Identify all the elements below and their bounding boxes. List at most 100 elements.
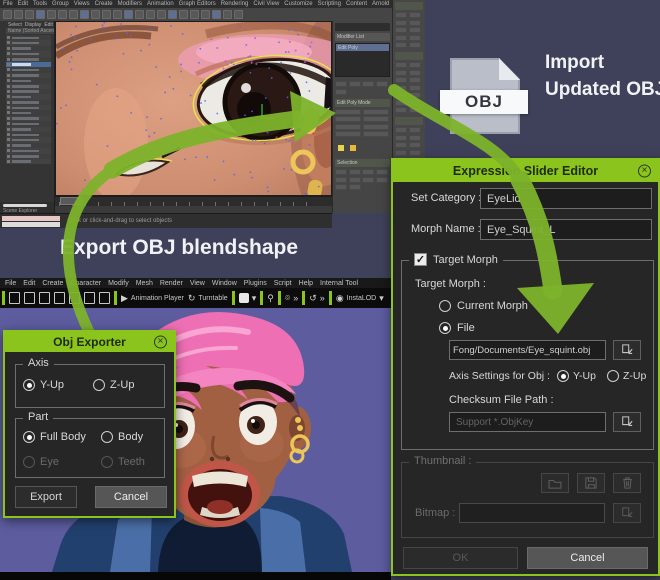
teeth-label: Teeth	[118, 456, 145, 468]
obj-exporter-titlebar[interactable]: Obj Exporter ✕	[5, 332, 174, 352]
selection-icon	[349, 177, 361, 183]
menu-item[interactable]: Help	[299, 280, 313, 287]
cage-swatch-yellow[interactable]	[338, 145, 344, 151]
turntable-button[interactable]: ↻ Turntable	[188, 293, 228, 304]
menu-item[interactable]: Graph Editors	[179, 1, 216, 7]
menu-item[interactable]: Arnold	[372, 1, 389, 7]
menu-item[interactable]: File	[3, 1, 13, 7]
character-tool-button[interactable]: ⚲	[267, 293, 274, 304]
timeline-handle[interactable]	[60, 197, 82, 205]
timeline-tick	[189, 202, 190, 206]
menu-item[interactable]: Rendering	[221, 1, 249, 7]
target-morph-checkbox[interactable]: ✓	[414, 253, 427, 266]
maxscript-listener-row[interactable]	[2, 222, 60, 227]
timeline-tick	[228, 202, 229, 206]
modifier-list-dropdown[interactable]: Modifier List	[335, 33, 390, 41]
obj-yup-label: Y-Up	[573, 370, 596, 382]
new-project-icon[interactable]	[9, 292, 20, 304]
browse-file-button[interactable]	[613, 340, 641, 360]
cancel-button[interactable]: Cancel	[527, 547, 648, 569]
toolbar-icon	[3, 10, 12, 19]
menu-item[interactable]: Edit	[18, 1, 28, 7]
maxscript-listener[interactable]	[2, 216, 60, 221]
checksum-input[interactable]	[449, 412, 606, 432]
yup-radio[interactable]	[23, 379, 35, 391]
menu-item[interactable]: Modify	[108, 280, 129, 287]
caret-down-icon: ▾	[379, 293, 384, 304]
zup-radio[interactable]	[93, 379, 105, 391]
menu-item[interactable]: Modifiers	[118, 1, 142, 7]
menu-item[interactable]: File	[5, 280, 16, 287]
export-button[interactable]: Export	[15, 486, 77, 508]
obj-yup-radio[interactable]	[557, 370, 569, 382]
animation-player-button[interactable]: ▶ Animation Player	[121, 293, 184, 304]
menu-item[interactable]: Window	[212, 280, 237, 287]
thumbnail-save-button	[577, 473, 605, 493]
rollout-selection[interactable]: Selection	[335, 159, 390, 167]
body-radio[interactable]	[101, 431, 113, 443]
menu-item[interactable]: View	[190, 280, 205, 287]
teeth-radio	[101, 456, 113, 468]
rollout-button	[409, 62, 421, 68]
max-menu-bar: File Edit Tools Group Views Create Modifiers An…	[0, 0, 425, 8]
turntable-label: Turntable	[198, 295, 227, 302]
substance-dropdown[interactable]: ▾	[239, 293, 257, 304]
cage-swatch-orange[interactable]	[350, 145, 356, 151]
export-icon[interactable]	[69, 292, 80, 304]
morph-name-input[interactable]	[480, 219, 652, 240]
full-body-radio[interactable]	[23, 431, 35, 443]
toolbar-icon	[190, 10, 199, 19]
menu-item[interactable]: Internal Tool	[320, 280, 358, 287]
menu-item[interactable]: Mesh	[136, 280, 153, 287]
menu-item[interactable]: Content	[346, 1, 367, 7]
undo-button[interactable]: ↺ »	[309, 293, 325, 304]
current-morph-radio[interactable]	[439, 300, 451, 312]
import-icon[interactable]	[54, 292, 65, 304]
close-icon[interactable]: ✕	[154, 336, 167, 349]
obj-zup-radio[interactable]	[607, 370, 619, 382]
modifier-stack[interactable]: Edit Poly	[335, 43, 390, 77]
rollout-button	[409, 12, 421, 18]
scene-explorer-row[interactable]	[6, 159, 51, 164]
merge-icon[interactable]	[84, 292, 95, 304]
menu-item[interactable]: Animation	[147, 1, 174, 7]
rollout-bar	[395, 2, 423, 10]
set-category-input[interactable]	[480, 188, 652, 209]
expression-editor-titlebar[interactable]: Expression Slider Editor ✕	[393, 160, 658, 182]
menu-item[interactable]: Plugins	[244, 280, 267, 287]
stack-item[interactable]: Edit Poly	[336, 44, 389, 51]
toolbar-icon	[135, 10, 144, 19]
rollout-button	[409, 142, 421, 148]
menu-item[interactable]: Create	[42, 280, 63, 287]
max-status-bar: Click or click-and-drag to select object…	[0, 213, 332, 228]
menu-item[interactable]: Scripting	[318, 1, 341, 7]
object-name-field[interactable]	[335, 23, 390, 31]
menu-item[interactable]: Character	[70, 280, 101, 287]
selection-icon	[376, 177, 388, 183]
cc-toolbar: ▶ Animation Player ↻ Turntable ▾ ⚲ ⌾ » ↺…	[0, 288, 391, 308]
menu-item[interactable]: Civil View	[253, 1, 279, 7]
rollout-edit-poly-mode[interactable]: Edit Poly Mode	[335, 99, 390, 107]
menu-item[interactable]: Tools	[33, 1, 47, 7]
timeline-tick	[254, 202, 255, 206]
menu-item[interactable]: Create	[95, 1, 113, 7]
timeline[interactable]	[55, 196, 332, 206]
max-viewport-eye-render[interactable]	[55, 21, 332, 196]
cancel-button[interactable]: Cancel	[95, 486, 167, 508]
save-file-icon[interactable]	[39, 292, 50, 304]
menu-item[interactable]: Views	[74, 1, 90, 7]
menu-item[interactable]: Script	[274, 280, 292, 287]
instalod-dropdown[interactable]: ◉ InstaLOD ▾	[336, 293, 384, 304]
browse-checksum-button[interactable]	[613, 412, 641, 432]
menu-item[interactable]: Edit	[23, 280, 35, 287]
menu-item[interactable]: Render	[160, 280, 183, 287]
menu-item[interactable]: Customize	[284, 1, 312, 7]
open-file-icon[interactable]	[24, 292, 35, 304]
zoom-tool-button[interactable]: ⌾ »	[285, 293, 298, 304]
close-icon[interactable]: ✕	[638, 165, 651, 178]
explorer-slider[interactable]	[3, 204, 47, 207]
pose-icon[interactable]	[99, 292, 110, 304]
file-radio[interactable]	[439, 322, 451, 334]
menu-item[interactable]: Group	[52, 1, 69, 7]
file-path-input[interactable]	[449, 340, 606, 360]
